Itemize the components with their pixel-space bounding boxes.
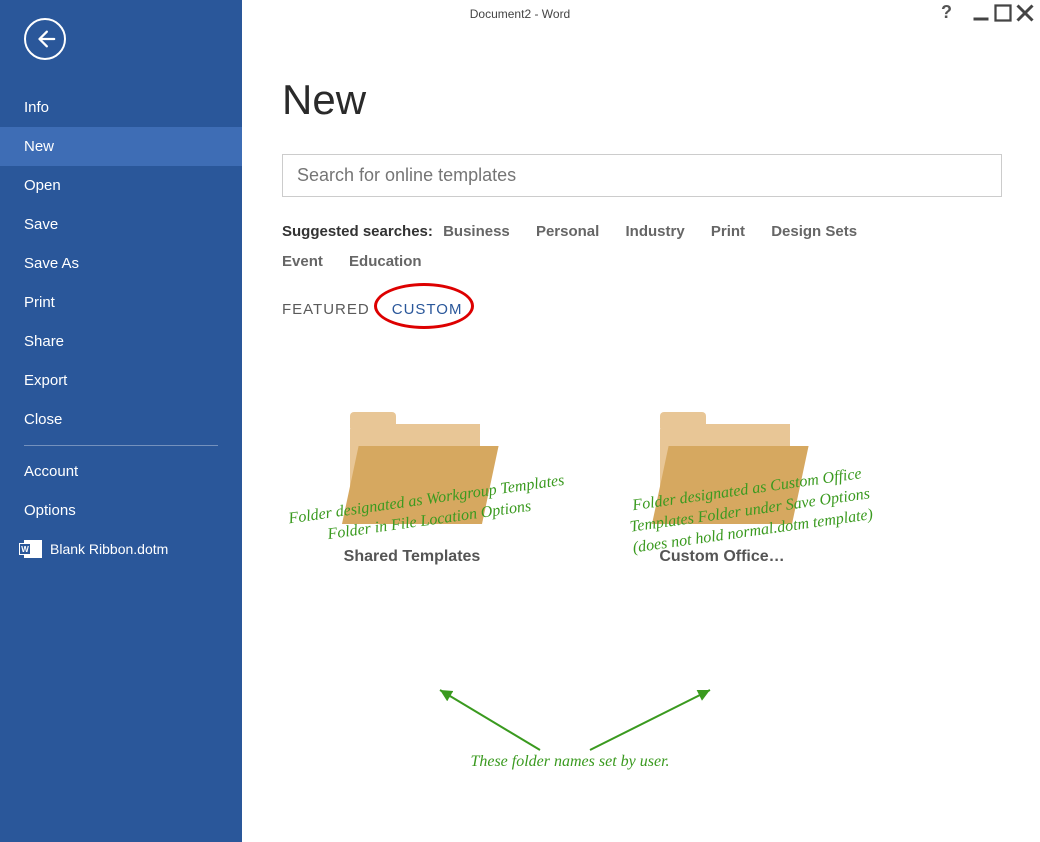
sidebar-item-saveas[interactable]: Save As: [0, 244, 242, 283]
folder-icon: [652, 424, 792, 524]
tab-featured[interactable]: FEATURED: [282, 295, 370, 324]
search-box[interactable]: [282, 154, 1002, 197]
folder-caption: Shared Templates: [344, 548, 481, 566]
suggested-searches: Suggested searches: Business Personal In…: [282, 217, 1000, 277]
sidebar-divider: [24, 445, 218, 446]
sidebar-item-account[interactable]: Account: [0, 452, 242, 491]
sidebar-item-new[interactable]: New: [0, 127, 242, 166]
sidebar-item-share[interactable]: Share: [0, 322, 242, 361]
recent-file-label: Blank Ribbon.dotm: [50, 541, 168, 557]
sidebar: Info New Open Save Save As Print Share E…: [0, 0, 242, 842]
suggested-link-print[interactable]: Print: [711, 223, 745, 240]
main-panel: New Suggested searches: Business Persona…: [242, 0, 1040, 842]
minimize-button[interactable]: [972, 4, 990, 22]
suggested-link-industry[interactable]: Industry: [626, 223, 685, 240]
template-tabs: FEATURED CUSTOM: [282, 295, 1000, 324]
maximize-button[interactable]: [994, 4, 1012, 22]
folders-row: Shared Templates Custom Office…: [312, 424, 1000, 566]
folder-caption: Custom Office…: [659, 548, 784, 566]
recent-file[interactable]: Blank Ribbon.dotm: [0, 530, 242, 568]
sidebar-item-options[interactable]: Options: [0, 491, 242, 530]
help-icon[interactable]: ?: [941, 2, 952, 23]
sidebar-item-close[interactable]: Close: [0, 400, 242, 439]
titlebar: Document2 - Word ?: [0, 0, 1040, 28]
tab-custom[interactable]: CUSTOM: [392, 295, 463, 324]
word-file-icon: [24, 540, 42, 558]
sidebar-item-info[interactable]: Info: [0, 88, 242, 127]
suggested-link-designsets[interactable]: Design Sets: [771, 223, 857, 240]
window-title: Document2 - Word: [470, 7, 570, 21]
sidebar-item-save[interactable]: Save: [0, 205, 242, 244]
suggested-label: Suggested searches:: [282, 223, 433, 240]
folder-shared-templates[interactable]: Shared Templates: [312, 424, 512, 566]
sidebar-item-export[interactable]: Export: [0, 361, 242, 400]
sidebar-item-open[interactable]: Open: [0, 166, 242, 205]
sidebar-item-print[interactable]: Print: [0, 283, 242, 322]
folder-icon: [342, 424, 482, 524]
suggested-link-personal[interactable]: Personal: [536, 223, 599, 240]
search-input[interactable]: [297, 165, 987, 186]
suggested-link-education[interactable]: Education: [349, 253, 422, 270]
suggested-link-event[interactable]: Event: [282, 253, 323, 270]
page-title: New: [282, 76, 1000, 124]
close-button[interactable]: [1016, 4, 1034, 22]
tab-custom-label: CUSTOM: [392, 301, 463, 318]
window-controls: ?: [941, 2, 1034, 23]
folder-custom-office[interactable]: Custom Office…: [622, 424, 822, 566]
suggested-link-business[interactable]: Business: [443, 223, 510, 240]
